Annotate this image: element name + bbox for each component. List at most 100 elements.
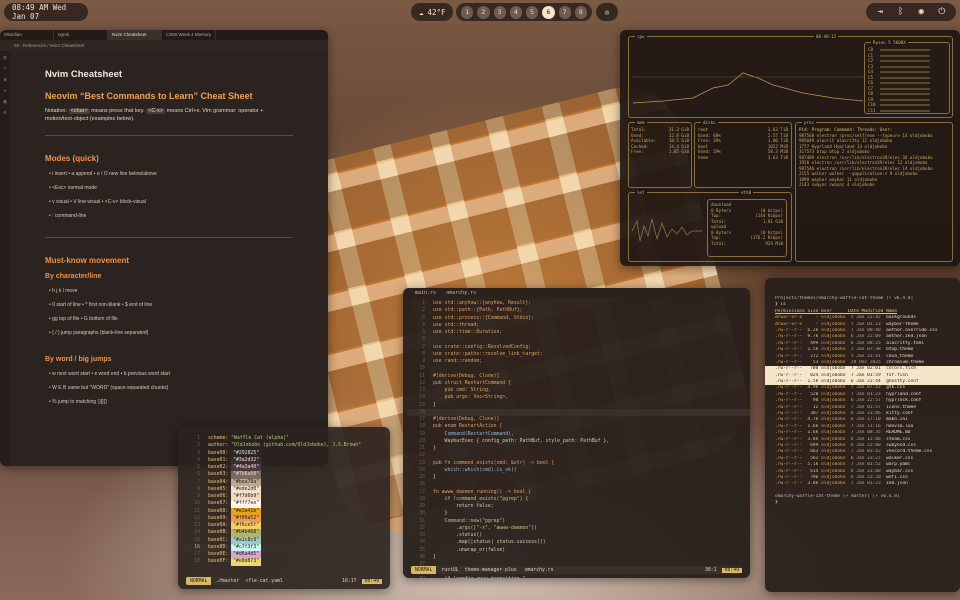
breadcrumb[interactable]: 03 - References / Nvim Cheatsheet [0,40,328,51]
file-name[interactable]: README.md [886,430,910,435]
workspace-1[interactable]: 1 [461,5,474,19]
settings-icon[interactable]: ⚙ [3,110,6,116]
files-icon[interactable]: ▤ [3,55,6,61]
workspace-4[interactable]: 4 [509,5,522,19]
logout-icon[interactable]: ⇥ [875,5,886,19]
user: oldjobobo [821,481,851,487]
code-line: 5 base02: "#4a3a40" [182,464,390,472]
terminal-output[interactable]: Projects/themes/omarchy-waffle-cat-theme… [765,278,960,507]
cursor-pos: 16:17 [342,578,357,584]
bookmark-icon[interactable]: ▮ [3,77,6,83]
file-name[interactable]: walker.css [886,456,913,461]
workspace-7[interactable]: 7 [558,5,571,19]
screen-record-button[interactable]: ✇ [596,3,618,21]
user: oldjobobo [821,404,851,410]
file-name[interactable]: neovim.lua [886,424,913,429]
user: oldjobobo [821,359,851,365]
proc-row[interactable]: 2143 swaync swaync 4 oldjobobo [799,182,949,188]
line-text: Command(RestartCommand), [433,431,514,437]
browser-tab[interactable]: CS50 Week 4 Memory [162,30,216,40]
file-name[interactable]: cava_theme [886,354,913,359]
size: 499 [807,340,822,346]
size: 272 [807,353,822,359]
proc-title: proc [802,120,817,125]
yaml-code[interactable]: 1 scheme: "Waffle Cat (alpha)" 2 author: "O… [178,433,390,575]
file-name[interactable]: gtk.css [886,385,905,390]
browser-tab[interactable]: ngrok [54,30,108,40]
code-line: 26 [407,481,750,488]
bluetooth-icon[interactable]: ᛒ [896,5,907,19]
yaml-value: "Waffle Cat (alpha)" [231,436,289,441]
footer-prompt: ❯ [775,500,778,506]
proc-row[interactable]: 1928 electron /usr/lib/electron39/elec 1… [799,160,949,166]
browser-tab[interactable]: Obsidian [0,30,54,40]
mem-row: Free: 1.05 GiB [631,149,689,155]
yaml-value: "#e3a41b" [231,507,262,515]
size: 3.8k [807,481,822,487]
net-title: net [635,190,647,195]
network-icon[interactable]: ◉ [916,5,927,19]
buffer-tab[interactable]: main.rs [415,290,436,296]
file-name[interactable]: btop.theme [886,347,913,352]
date: 5 Jan 23:41 [850,353,887,359]
code-line: 25} [407,474,750,481]
file-name[interactable]: fzf.fish [886,373,908,378]
code-line: 11 base08: "#e3a41b" [182,507,390,515]
file-name[interactable]: chromium.theme [886,360,924,365]
file-name[interactable]: backgrounds [886,315,916,320]
rust-code[interactable]: 1 use std::anyhow::{anyhow, Result}; 2 use … [403,298,750,578]
user: oldjobobo [821,327,851,333]
file-name[interactable]: aether.override.css [886,328,937,333]
file-name[interactable]: warp.yaml [886,462,910,467]
size: 12 [807,404,822,410]
search-icon[interactable]: ⌕ [3,66,6,72]
file-name[interactable]: zed.json [886,481,908,486]
modes-list: • i insert • a append • o / O new line b… [45,171,293,219]
code-line: 2 author: "OldJobobo (github.com/OldJobob… [182,442,390,449]
core-label: C9 [868,96,874,102]
file-name[interactable]: waybar.css [886,469,913,474]
mode-indicator: NORMAL [186,577,212,585]
graph-icon[interactable]: ✳ [3,88,6,94]
file-name[interactable]: vencord.theme.css [886,449,932,454]
list-item: • { / } jump paragraphs (blank-line sepa… [49,330,149,336]
size: 5.1k [807,462,822,468]
ls-rows: drwxr-xr-x - oldjobobo 5 Jan 22:42 backg… [765,315,960,488]
core-bar [880,76,930,79]
file-name[interactable]: kitty.conf [886,411,913,416]
code-line: 36} [407,554,750,561]
file-name[interactable]: mako.ini [886,417,908,422]
workspace-6[interactable]: 6 [542,5,555,19]
file-name[interactable]: hyprland.conf [886,392,921,397]
workspace-8[interactable]: 8 [574,5,587,19]
file-name[interactable]: waybar-theme [886,322,919,327]
code-line: 7 base04: "#bea78a" [182,478,390,486]
perm: drwxr-xr-x [775,321,808,327]
file-name[interactable]: colors.fish [886,366,916,371]
code-line: 34 .map(|status| status.success()) [407,539,750,546]
file-name[interactable]: wofi.css [886,475,908,480]
workspace-5[interactable]: 5 [526,5,539,19]
code-line: 6 [407,336,750,343]
file-name[interactable]: alacritty.toml [886,341,924,346]
file-name[interactable]: ghostty.conf [886,379,919,384]
file-name[interactable]: swayosd.css [886,443,916,448]
weather-widget[interactable]: ☁ 42°F [411,3,453,21]
power-icon[interactable]: ⏻ [937,5,948,19]
user: oldjobobo [821,442,851,448]
file-name[interactable]: hyprlock.conf [886,398,921,403]
workspace-3[interactable]: 3 [493,5,506,19]
line-number: 18 [194,559,200,565]
file-name[interactable]: aether.zed.json [886,334,927,339]
buffer-tab[interactable]: omarchy.rs [446,290,476,296]
core-bar [880,71,930,73]
workspace-2[interactable]: 2 [477,5,490,19]
file-name[interactable]: steam.css [886,437,910,442]
net-iface[interactable]: eth0 [739,190,754,195]
line-number: 30 [419,511,425,517]
file-name[interactable]: icons.theme [886,405,916,410]
line-number: 36 [419,554,425,560]
browser-tab[interactable]: Nvim Cheatsheet [108,30,162,40]
calendar-icon[interactable]: ▦ [3,99,6,105]
clock[interactable]: 08:49 AM Wed Jan 07 [4,3,88,21]
